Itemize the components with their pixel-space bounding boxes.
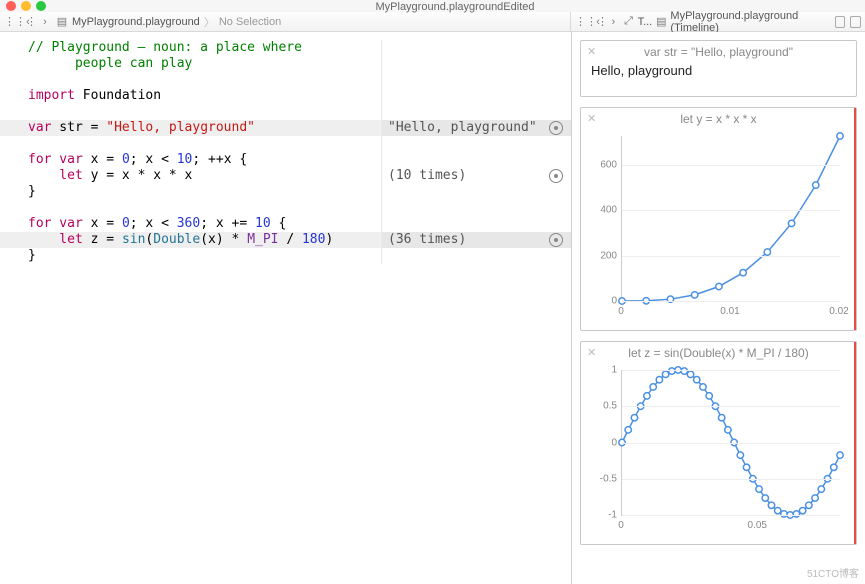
code-line-highlighted: var str = "Hello, playground" "Hello, pl… (0, 120, 571, 136)
forward-icon[interactable]: › (38, 16, 52, 28)
card-title: let y = x * x * x (581, 108, 856, 128)
code-line-highlighted: let z = sin(Double(x) * M_PI / 180) (36 … (0, 232, 571, 248)
card-output: Hello, playground (581, 61, 856, 96)
timeline-card-chart: ✕ let y = x * x * x 0200400600 00.010.02 (580, 107, 857, 331)
result-sidebar-value: "Hello, playground" (381, 120, 571, 136)
close-icon[interactable]: ✕ (587, 45, 596, 58)
editor-pane: // Playground – noun: a place where peop… (0, 32, 572, 584)
chart-cubic: 0200400600 00.010.02 (621, 132, 848, 322)
document-icon: ▤ (55, 15, 69, 28)
quicklook-icon[interactable] (549, 121, 563, 135)
result-sidebar-value: (10 times) (381, 168, 571, 184)
window-title: MyPlayground.playgroundEdited (51, 1, 859, 13)
timeline-card-value: ✕ var str = "Hello, playground" Hello, p… (580, 40, 857, 97)
timeline-scrubber[interactable] (854, 108, 856, 330)
close-icon[interactable]: ✕ (587, 112, 596, 125)
toggle-button[interactable] (850, 16, 861, 28)
tab-label[interactable]: T... (638, 16, 653, 28)
card-title: var str = "Hello, playground" (581, 41, 856, 61)
quicklook-icon[interactable] (549, 169, 563, 183)
toggle-button[interactable] (835, 16, 846, 28)
breadcrumb-file[interactable]: MyPlayground.playground (Timeline) (670, 10, 826, 34)
chart-sine: -1-0.500.51 00.05 (621, 366, 848, 536)
related-items-icon[interactable]: ⋮⋮⋮ (4, 15, 18, 28)
jump-bar: ⋮⋮⋮ ‹ › ▤ MyPlayground.playground 〉 No S… (0, 12, 865, 32)
watermark: 51CTO博客 (807, 565, 859, 580)
quicklook-icon[interactable] (549, 233, 563, 247)
popout-icon[interactable]: ⤢ (622, 15, 634, 28)
minimize-window-button[interactable] (21, 1, 31, 11)
window-titlebar: MyPlayground.playgroundEdited (0, 0, 865, 12)
breadcrumb-separator: 〉 (204, 14, 215, 30)
back-icon[interactable]: ‹ (21, 16, 35, 28)
related-items-icon[interactable]: ⋮⋮⋮ (575, 15, 589, 28)
breadcrumb-file[interactable]: MyPlayground.playground (72, 16, 200, 28)
code-comment: // Playground – noun: a place where (28, 40, 310, 55)
timeline-scrubber[interactable] (854, 342, 856, 544)
back-icon[interactable]: ‹ (592, 16, 604, 28)
zoom-window-button[interactable] (36, 1, 46, 11)
card-title: let z = sin(Double(x) * M_PI / 180) (581, 342, 856, 362)
result-sidebar-value: (36 times) (381, 232, 571, 248)
timeline-card-chart: ✕ let z = sin(Double(x) * M_PI / 180) -1… (580, 341, 857, 545)
source-editor[interactable]: // Playground – noun: a place where peop… (0, 32, 571, 584)
timeline-pane: ✕ var str = "Hello, playground" Hello, p… (572, 32, 865, 584)
document-icon: ▤ (655, 15, 667, 28)
forward-icon[interactable]: › (607, 16, 619, 28)
code-keyword: import (28, 88, 75, 103)
close-icon[interactable]: ✕ (587, 346, 596, 359)
breadcrumb-selection[interactable]: No Selection (219, 16, 281, 28)
code-text: Foundation (75, 88, 161, 103)
code-comment: people can play (28, 56, 192, 71)
close-window-button[interactable] (6, 1, 16, 11)
